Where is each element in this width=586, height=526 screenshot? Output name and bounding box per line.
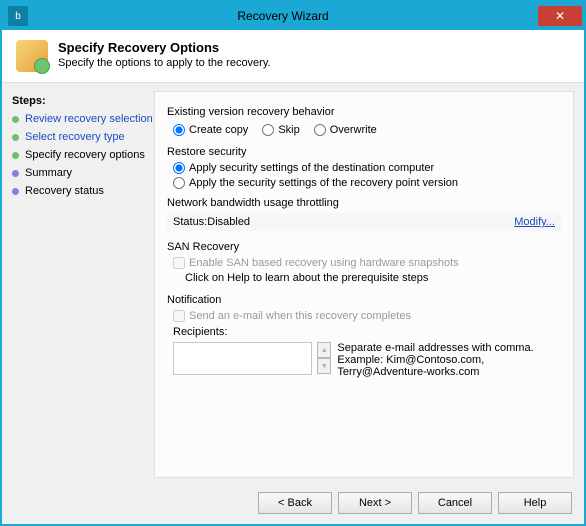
recipients-hint-2: Example: Kim@Contoso.com, Terry@Adventur… <box>337 354 561 378</box>
restore-security-section: Restore security Apply security settings… <box>167 146 561 189</box>
overwrite-option[interactable]: Overwrite <box>314 124 377 136</box>
overwrite-label: Overwrite <box>330 124 377 136</box>
existing-version-section: Existing version recovery behavior Creat… <box>167 106 561 136</box>
security-destination-radio[interactable] <box>173 162 185 174</box>
app-icon: b <box>8 6 28 26</box>
create-copy-radio[interactable] <box>173 124 185 136</box>
step-summary: Summary <box>12 167 154 179</box>
back-button[interactable]: < Back <box>258 492 332 514</box>
create-copy-option[interactable]: Create copy <box>173 124 248 136</box>
san-help-text: Click on Help to learn about the prerequ… <box>185 272 561 284</box>
wizard-header: Specify Recovery Options Specify the opt… <box>2 30 584 83</box>
skip-radio[interactable] <box>262 124 274 136</box>
close-icon: ✕ <box>555 9 565 23</box>
recovery-wizard-window: b Recovery Wizard ✕ Specify Recovery Opt… <box>0 0 586 526</box>
san-recovery-label: SAN Recovery <box>167 241 561 253</box>
window-title: Recovery Wizard <box>28 9 538 23</box>
recipients-label: Recipients: <box>173 326 561 338</box>
throttling-section: Network bandwidth usage throttling Statu… <box>167 197 561 231</box>
san-recovery-section: SAN Recovery Enable SAN based recovery u… <box>167 241 561 284</box>
step-select-recovery-type[interactable]: Select recovery type <box>12 131 154 143</box>
next-button[interactable]: Next > <box>338 492 412 514</box>
step-label: Select recovery type <box>25 131 125 143</box>
skip-label: Skip <box>278 124 299 136</box>
page-subtitle: Specify the options to apply to the reco… <box>58 57 271 69</box>
step-label: Recovery status <box>25 185 104 197</box>
step-label: Specify recovery options <box>25 149 145 161</box>
step-review-recovery-selection[interactable]: Review recovery selection <box>12 113 154 125</box>
san-enable-checkbox <box>173 257 185 269</box>
existing-version-label: Existing version recovery behavior <box>167 106 561 118</box>
throttling-status-value: Disabled <box>207 216 250 228</box>
steps-heading: Steps: <box>12 95 154 107</box>
steps-panel: Steps: Review recovery selection Select … <box>12 91 154 478</box>
step-bullet-icon <box>12 116 19 123</box>
san-enable-option: Enable SAN based recovery using hardware… <box>173 257 561 269</box>
spinner-up-icon: ▲ <box>317 342 331 358</box>
security-destination-option[interactable]: Apply security settings of the destinati… <box>173 162 561 174</box>
send-email-checkbox <box>173 310 185 322</box>
step-bullet-icon <box>12 152 19 159</box>
spinner-down-icon: ▼ <box>317 358 331 374</box>
titlebar: b Recovery Wizard ✕ <box>2 2 584 30</box>
skip-option[interactable]: Skip <box>262 124 299 136</box>
throttling-status-prefix: Status: <box>173 216 207 228</box>
recipients-hint-1: Separate e-mail addresses with comma. <box>337 342 561 354</box>
throttling-label: Network bandwidth usage throttling <box>167 197 561 209</box>
wizard-footer: < Back Next > Cancel Help <box>2 482 584 524</box>
security-recovery-point-radio[interactable] <box>173 177 185 189</box>
recipients-input <box>173 342 312 375</box>
step-bullet-icon <box>12 170 19 177</box>
notification-section: Notification Send an e-mail when this re… <box>167 294 561 378</box>
restore-security-label: Restore security <box>167 146 561 158</box>
create-copy-label: Create copy <box>189 124 248 136</box>
recovery-icon <box>16 40 48 72</box>
send-email-label: Send an e-mail when this recovery comple… <box>189 310 411 322</box>
security-recovery-point-option[interactable]: Apply the security settings of the recov… <box>173 177 561 189</box>
overwrite-radio[interactable] <box>314 124 326 136</box>
notification-label: Notification <box>167 294 561 306</box>
recipients-spinner: ▲ ▼ <box>317 342 331 374</box>
modify-throttling-link[interactable]: Modify... <box>514 216 555 228</box>
step-label: Summary <box>25 167 72 179</box>
step-bullet-icon <box>12 134 19 141</box>
send-email-option: Send an e-mail when this recovery comple… <box>173 310 561 322</box>
help-button[interactable]: Help <box>498 492 572 514</box>
step-label: Review recovery selection <box>25 113 153 125</box>
cancel-button[interactable]: Cancel <box>418 492 492 514</box>
step-bullet-icon <box>12 188 19 195</box>
san-enable-label: Enable SAN based recovery using hardware… <box>189 257 459 269</box>
close-button[interactable]: ✕ <box>538 6 582 26</box>
security-destination-label: Apply security settings of the destinati… <box>189 162 434 174</box>
security-recovery-point-label: Apply the security settings of the recov… <box>189 177 458 189</box>
page-title: Specify Recovery Options <box>58 40 271 55</box>
options-panel: Existing version recovery behavior Creat… <box>154 91 574 478</box>
step-specify-recovery-options: Specify recovery options <box>12 149 154 161</box>
step-recovery-status: Recovery status <box>12 185 154 197</box>
